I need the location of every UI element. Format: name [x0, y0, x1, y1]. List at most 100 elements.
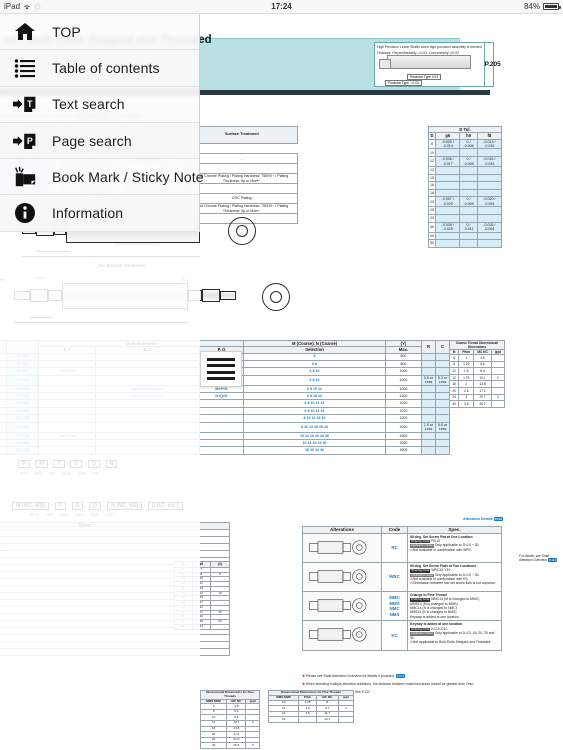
dim-cell-c	[435, 414, 450, 423]
coarse-thread-cell-d	[490, 354, 506, 362]
menu-item-table-of-contents[interactable]: Table of contents	[0, 50, 199, 87]
dim-cell-bs: Pitch×3≤@<B≤M×3	[95, 384, 200, 394]
dim-cell-ft: 10≤F≤Px5	[37, 367, 97, 376]
coarse-thread-cell-d	[490, 380, 506, 388]
table-row: MMC MMS NMC NMS Change to Fine Thread Orderin…	[302, 591, 502, 622]
page-search-icon: P	[12, 128, 38, 154]
coarse-thread-cell-m: 10	[448, 367, 460, 375]
drawing-2-left-caption: epped	[0, 277, 6, 282]
dim-cell-c	[435, 359, 450, 369]
fine-thread-cell: 30	[199, 742, 228, 749]
spec-mini-cell: 41	[191, 623, 211, 630]
menu-item-information[interactable]: Information	[0, 195, 199, 232]
menu-item-text-search-label: Text search	[52, 96, 125, 113]
drawing-2-chamfer-right: 2-C	[182, 277, 189, 282]
status-bar-left: iPad	[0, 2, 186, 11]
dim-cell-ft	[37, 392, 97, 401]
battery-percent: 84%	[523, 2, 540, 11]
coarse-thread-cell-mc: 20.7	[473, 393, 492, 402]
menu-item-text-search[interactable]: T Text search	[0, 87, 199, 123]
alteration-footnote-1: ✱ Please see Shaft Alteration Overview f…	[302, 674, 405, 679]
menu-item-top[interactable]: TOP	[0, 14, 199, 51]
dim-cell-selection: 6 8	[243, 359, 386, 369]
dim-cell-bs	[95, 414, 200, 423]
dim-cell-ft	[37, 446, 97, 455]
dim-cell-r	[421, 446, 436, 455]
alteration-code: RC	[381, 532, 408, 563]
info-icon	[12, 200, 38, 226]
coarse-thread-cell-m: 8	[448, 360, 460, 369]
d-tol-cell-h5: 0 / -0.011	[459, 221, 478, 233]
menu-item-page-search[interactable]: P Page search	[0, 122, 199, 160]
coarse-thread-cell-m: 20	[448, 386, 460, 395]
dim-cell-selection: 6 8 10 12	[243, 392, 386, 401]
dim-cell-y: 1500	[384, 438, 423, 448]
text-search-icon: T	[12, 91, 38, 117]
dim-cell-c	[435, 367, 450, 376]
drawing-2-section-inner	[270, 291, 282, 303]
spec-dimension-table: D W (t) 8 7 10 8 8 12 10 13 11 15 13 16 14 10 18 15 20 17…	[174, 561, 231, 630]
dim-cell-ft: 20≤F≤Px5	[37, 431, 97, 440]
coarse-thread-cell-d: 2	[490, 373, 506, 382]
navigation-menu[interactable]: TOP Table of contents T Text search P Pa…	[0, 14, 204, 232]
part-number-example: S15	[62, 471, 71, 476]
table-row: 30 3.5 26.2	[448, 400, 506, 408]
alteration-sidenote: For details, see Shaft Alteration Overvi…	[519, 554, 559, 563]
dim-cell-y: 1200	[384, 406, 423, 416]
coarse-thread-title: Coarse Thread Dimensional Dimensions	[449, 340, 505, 350]
alteration-appl-note: Only applicable to D=10 ~ 30.	[434, 572, 480, 577]
d-tol-cell-g6	[434, 173, 461, 183]
dim-cell-pq	[198, 399, 245, 408]
d-tol-cell-h5: 0 / -0.009	[459, 196, 478, 208]
app-root: iPad 17:24 84% Shafts One End Stepped an…	[0, 0, 563, 750]
spec-mini-cell: 50	[174, 623, 193, 630]
coarse-thread-cell-d	[490, 360, 506, 369]
alteration-ordering-code: WRC10-Y10	[431, 568, 451, 573]
fine-thread-cell: 3	[245, 742, 260, 749]
dim-cell-r	[421, 399, 436, 408]
table-row: 25~1480 16 20 24 30 1500	[0, 446, 450, 455]
part-number-box: N (NC, NS)	[106, 502, 143, 510]
spec-row-text: nds Stepped and Threaded.	[0, 634, 230, 643]
dim-cell-y: 1200	[384, 392, 423, 401]
dim-cell-r	[421, 392, 436, 401]
dim-cell-selection: 6 8 10	[243, 374, 386, 386]
activity-spinner-icon	[34, 3, 41, 10]
part-number-box: Q	[87, 460, 100, 468]
alteration-details-header[interactable]: Alteration Details P.113	[463, 517, 503, 522]
coarse-thread-cell-d	[490, 400, 506, 408]
menu-item-bookmark-sticky-note[interactable]: Book Mark / Sticky Note	[0, 159, 204, 196]
alteration-footnote-2: ✱ When selecting multiple alteration add…	[302, 682, 475, 686]
alteration-details-label: Alteration Details	[463, 517, 493, 521]
fine-thread-table-1: Dimensional Dimensions for Fine Threads …	[199, 690, 260, 749]
dim-cell-y: 1500	[384, 431, 423, 440]
table-row: 30 26.5 3	[199, 742, 260, 749]
dim-cell-r	[421, 414, 436, 423]
dim-cell-r: 1.0 or Less	[421, 421, 436, 433]
d-tol-cell-f8	[476, 173, 503, 183]
list-item: lts a relocation	[0, 648, 230, 657]
d-tol-cell-f8	[476, 206, 503, 215]
alteration-spec: 90-deg. Set Screw Flat at One Location Or…	[407, 532, 502, 563]
dim-cell-length: 25~1190	[6, 414, 39, 423]
fine-thread-cell: 16	[267, 716, 300, 723]
coarse-thread-cell-mc: 6.6	[473, 360, 492, 369]
fine-thread-table-2-body: 10 1.25 8 12 1.5 9.7 3 14 1.5 11.7 16 13.7	[267, 699, 355, 723]
alteration-footnote-2-text: When selecting multiple alteration addit…	[305, 682, 475, 686]
table-row: 25~1190 6 8 10 12 16 1200	[0, 399, 450, 408]
coarse-thread-cell-pitch: 2	[458, 380, 475, 388]
d-tol-cell-h5	[459, 231, 478, 241]
part-number-example: N8	[92, 471, 99, 476]
dim-cell-y: 1500	[384, 446, 423, 455]
dim-cell-length: 25~1480	[6, 421, 39, 433]
alteration-warning: ⊘Not applicable to Both Ends Stepped and…	[410, 639, 492, 644]
dim-cell-r	[421, 359, 436, 369]
table-row: 18	[428, 188, 503, 198]
feature-page-ref[interactable]: P.205	[483, 43, 501, 86]
d-tol-cell-f8: -0.016 / -0.043	[476, 156, 503, 168]
dim-table-r-header: R	[421, 340, 436, 354]
table-row: 25~1480 8 10 12 16 20 24 1500 1.0 or Less 0.…	[0, 421, 450, 433]
part-number-box: S	[70, 460, 83, 468]
spec-row-text: lts a relocation	[0, 648, 230, 657]
coarse-thread-table: Coarse Thread Dimensional Dimensions M P…	[448, 340, 506, 408]
